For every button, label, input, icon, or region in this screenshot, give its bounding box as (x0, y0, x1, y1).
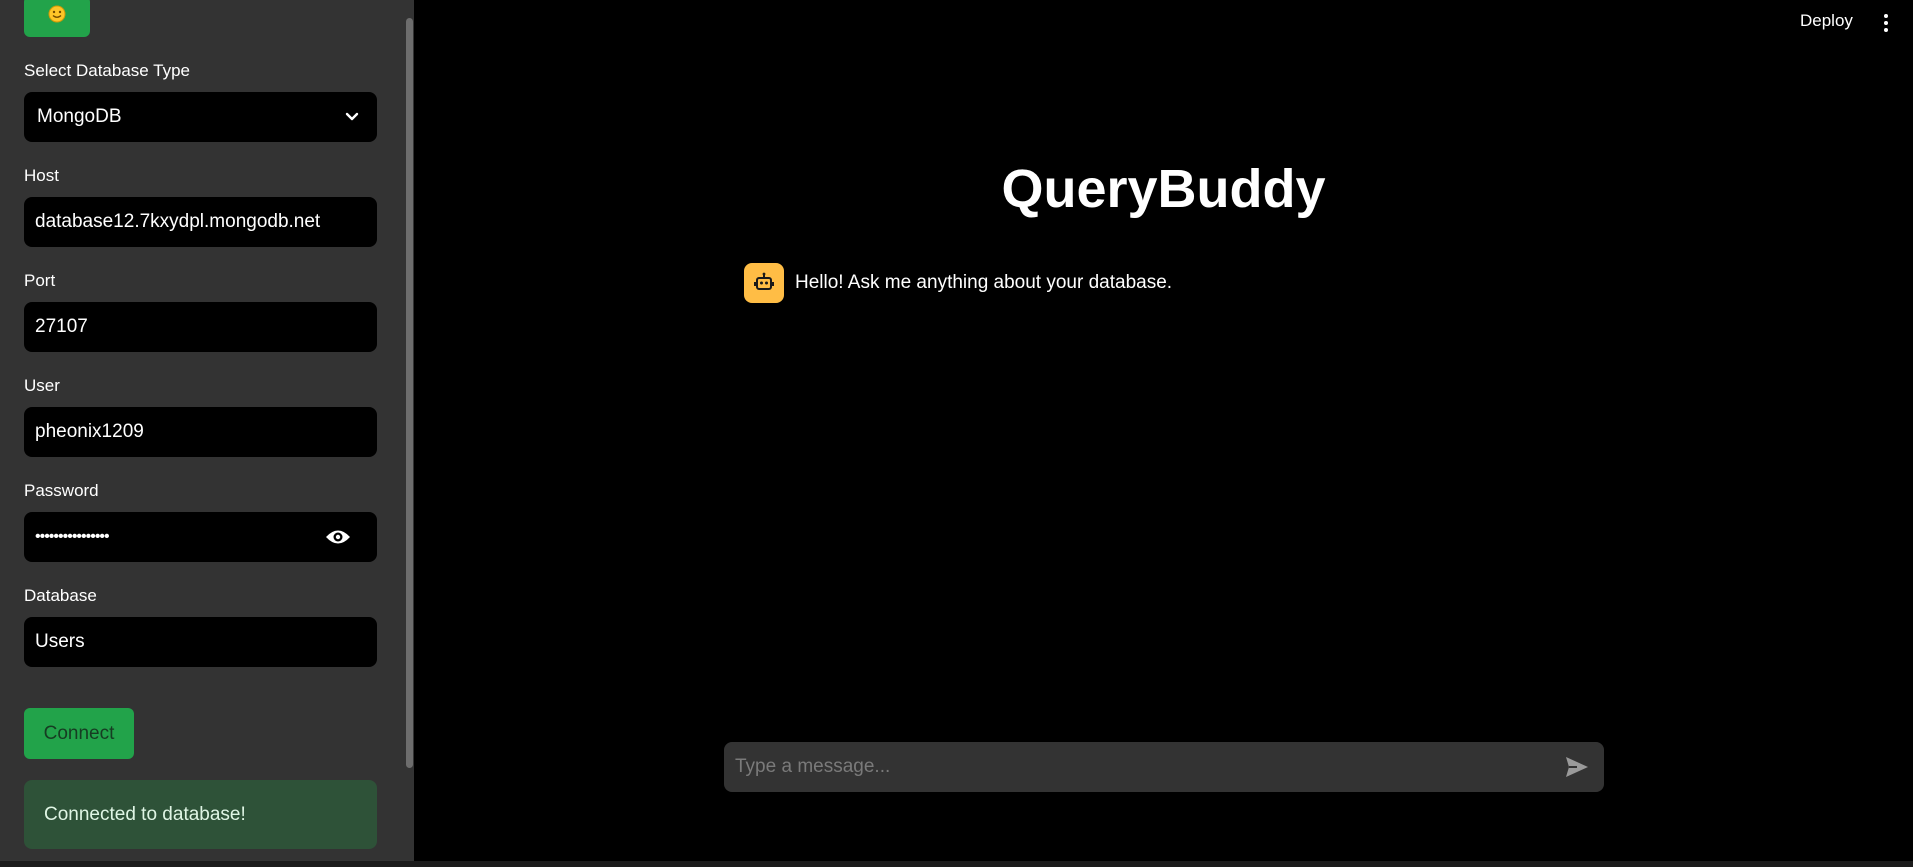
chevron-down-icon (341, 106, 363, 128)
host-label: Host (24, 166, 59, 185)
db-type-value: MongoDB (37, 106, 122, 127)
chat-message-text: Hello! Ask me anything about your databa… (795, 272, 1173, 293)
page-title: QueryBuddy (1001, 159, 1326, 219)
connect-button[interactable]: Connect (24, 708, 134, 759)
port-input[interactable] (35, 316, 325, 338)
eye-icon[interactable] (325, 527, 351, 547)
host-field[interactable] (24, 197, 377, 247)
password-label: Password (24, 481, 99, 500)
database-field[interactable] (24, 617, 377, 667)
status-success-alert: Connected to database! (24, 780, 377, 849)
chat-message: Hello! Ask me anything about your databa… (744, 263, 1172, 303)
app-root: Select Database Type MongoDB Host Port U… (0, 0, 1913, 867)
user-field[interactable] (24, 407, 377, 457)
password-field[interactable]: •••••••••••••••• (24, 512, 377, 562)
status-message: Connected to database! (44, 803, 246, 825)
bottom-border (0, 861, 1913, 867)
host-input[interactable] (35, 211, 325, 233)
database-input[interactable] (35, 631, 325, 653)
logo-button[interactable] (24, 0, 90, 37)
chat-input-container[interactable] (724, 742, 1604, 792)
db-type-select[interactable]: MongoDB (24, 92, 377, 142)
db-type-label: Select Database Type (24, 61, 191, 80)
smiley-face-icon (47, 4, 67, 30)
database-label: Database (24, 586, 97, 605)
sidebar-scrollbar[interactable] (406, 18, 413, 768)
main-area: QueryBuddy (414, 0, 1913, 400)
user-input[interactable] (35, 421, 325, 443)
port-label: Port (24, 271, 56, 290)
robot-icon (744, 263, 784, 303)
user-label: User (24, 376, 60, 395)
password-value[interactable]: •••••••••••••••• (35, 528, 110, 546)
port-field[interactable] (24, 302, 377, 352)
chat-input[interactable] (735, 756, 1535, 778)
send-icon[interactable] (1564, 755, 1590, 779)
sidebar: Select Database Type MongoDB Host Port U… (0, 0, 414, 861)
